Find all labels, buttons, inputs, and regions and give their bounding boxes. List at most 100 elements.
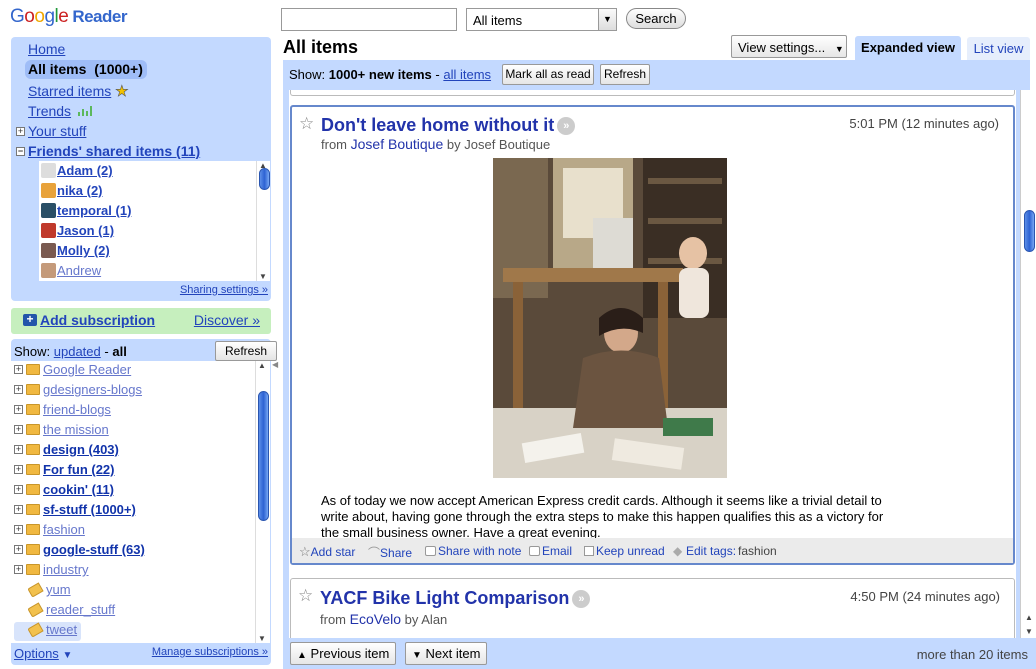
add-subscription-link[interactable]: Add subscription	[40, 312, 155, 328]
all-items-link[interactable]: all items	[443, 67, 491, 82]
nav-friends-shared[interactable]: − Friends' shared items (11)	[16, 143, 200, 159]
entry-title-text[interactable]: YACF Bike Light Comparison	[320, 588, 569, 608]
friend-item[interactable]: Adam (2)	[41, 163, 113, 181]
folder-item[interactable]: + industry	[14, 562, 89, 581]
options-link[interactable]: Options	[14, 646, 59, 661]
expand-plus-icon[interactable]: +	[14, 445, 23, 454]
entry-title[interactable]: YACF Bike Light Comparison»	[320, 588, 591, 609]
tab-list-view[interactable]: List view	[967, 37, 1030, 60]
chevron-down-icon[interactable]: ▼	[598, 9, 616, 30]
nav-starred-label[interactable]: Starred items	[28, 83, 111, 99]
tag-item[interactable]: reader_stuff	[14, 602, 115, 621]
tag-item-selected[interactable]: tweet	[14, 622, 82, 641]
scroll-thumb[interactable]	[1024, 210, 1035, 252]
folder-item[interactable]: + gdesigners-blogs	[14, 382, 142, 401]
folder-name[interactable]: google-stuff (63)	[43, 542, 145, 557]
refresh-button[interactable]: Refresh	[600, 64, 650, 85]
search-input[interactable]	[281, 8, 457, 31]
star-outline-icon[interactable]: ☆	[299, 114, 314, 134]
folder-name[interactable]: cookin' (11)	[43, 482, 114, 497]
friend-name[interactable]: nika (2)	[57, 183, 103, 198]
friend-name[interactable]: Adam (2)	[57, 163, 113, 178]
folder-name[interactable]: gdesigners-blogs	[43, 382, 142, 397]
folder-item[interactable]: + friend-blogs	[14, 402, 111, 421]
subscriptions-refresh-button[interactable]: Refresh	[215, 341, 277, 361]
friend-item[interactable]: Andrew	[41, 263, 101, 281]
google-reader-logo[interactable]: Google Reader	[10, 6, 127, 28]
add-plus-icon[interactable]: +	[23, 313, 37, 326]
email-action[interactable]: Email	[529, 544, 572, 558]
friend-item[interactable]: temporal (1)	[41, 203, 131, 221]
expand-plus-icon[interactable]: +	[14, 525, 23, 534]
discover-link[interactable]: Discover »	[194, 312, 260, 328]
view-settings-button[interactable]: View settings... ▼	[731, 35, 847, 58]
manage-subscriptions-link[interactable]: Manage subscriptions »	[152, 646, 268, 658]
tab-expanded-view[interactable]: Expanded view	[855, 36, 961, 60]
entries-scrollbar[interactable]: ▲ ▼	[1020, 90, 1036, 638]
folder-name[interactable]: For fun (22)	[43, 462, 115, 477]
folder-item[interactable]: + design (403)	[14, 442, 119, 461]
options-menu[interactable]: Options ▼	[14, 646, 72, 661]
expand-plus-icon[interactable]: +	[14, 405, 23, 414]
collapse-nav-icon[interactable]: ◀	[272, 360, 278, 369]
folder-name[interactable]: friend-blogs	[43, 402, 111, 417]
nav-trends-label[interactable]: Trends	[28, 103, 71, 119]
friend-item[interactable]: nika (2)	[41, 183, 103, 201]
star-outline-icon[interactable]: ☆	[298, 586, 313, 606]
open-original-icon[interactable]: »	[557, 117, 576, 135]
tag-name[interactable]: reader_stuff	[46, 602, 115, 617]
scroll-thumb[interactable]	[258, 391, 269, 521]
scroll-thumb[interactable]	[259, 168, 270, 190]
folder-item[interactable]: + the mission	[14, 422, 109, 441]
expand-plus-icon[interactable]: +	[14, 565, 23, 574]
scroll-up-icon[interactable]: ▲	[258, 361, 266, 370]
folder-item[interactable]: + google-stuff (63)	[14, 542, 145, 561]
tag-item[interactable]: yum	[14, 582, 71, 601]
entry-title-text[interactable]: Don't leave home without it	[321, 115, 554, 135]
checkbox-icon[interactable]	[584, 546, 594, 556]
nav-your-stuff-label[interactable]: Your stuff	[28, 123, 86, 139]
share-action[interactable]: ⌒Share	[368, 544, 412, 561]
folder-name[interactable]: industry	[43, 562, 89, 577]
nav-trends[interactable]: Trends	[28, 103, 92, 119]
expand-plus-icon[interactable]: +	[14, 365, 23, 374]
nav-friends-shared-label[interactable]: Friends' shared items (11)	[28, 143, 200, 159]
entry-source-link[interactable]: EcoVelo	[350, 611, 401, 627]
friends-scrollbar[interactable]: ▲ ▼	[256, 161, 270, 281]
search-button[interactable]: Search	[626, 8, 686, 29]
expand-plus-icon[interactable]: +	[14, 385, 23, 394]
expand-plus-icon[interactable]: +	[14, 465, 23, 474]
show-updated-link[interactable]: updated	[54, 344, 101, 359]
folder-item[interactable]: + sf-stuff (1000+)	[14, 502, 136, 521]
nav-all-items[interactable]: All items (1000+)	[25, 60, 147, 79]
folder-name[interactable]: fashion	[43, 522, 85, 537]
expand-plus-icon[interactable]: +	[14, 485, 23, 494]
folder-name[interactable]: the mission	[43, 422, 109, 437]
chevron-down-icon[interactable]: ▼	[62, 650, 72, 661]
scroll-down-icon[interactable]: ▼	[259, 272, 267, 281]
share-with-note-action[interactable]: Share with note	[425, 544, 521, 558]
scroll-down-icon[interactable]: ▼	[258, 634, 266, 643]
folder-item[interactable]: + Google Reader	[14, 362, 131, 381]
entry-card-current[interactable]: ☆ Don't leave home without it» 5:01 PM (…	[290, 105, 1015, 565]
friend-name[interactable]: temporal (1)	[57, 203, 131, 218]
nav-your-stuff[interactable]: + Your stuff	[16, 123, 86, 139]
tag-name[interactable]: tweet	[46, 622, 77, 637]
entry-title[interactable]: Don't leave home without it»	[321, 115, 576, 136]
nav-starred-items[interactable]: Starred items ★	[28, 82, 129, 101]
add-star-action[interactable]: ☆Add star	[299, 544, 355, 560]
edit-tags-link[interactable]: Edit tags:	[686, 544, 736, 558]
previous-item-button[interactable]: ▲ Previous item	[290, 642, 397, 665]
sharing-settings-link[interactable]: Sharing settings »	[180, 284, 268, 296]
friend-name[interactable]: Andrew	[57, 263, 101, 278]
scroll-down-icon[interactable]: ▼	[1025, 627, 1033, 636]
keep-unread-action[interactable]: Keep unread	[584, 544, 665, 558]
expand-plus-icon[interactable]: +	[14, 545, 23, 554]
folder-item[interactable]: + fashion	[14, 522, 85, 541]
friend-name[interactable]: Jason (1)	[57, 223, 114, 238]
folder-name[interactable]: Google Reader	[43, 362, 131, 377]
next-item-button[interactable]: ▼ Next item	[405, 642, 488, 665]
folder-item[interactable]: + cookin' (11)	[14, 482, 114, 501]
friend-item[interactable]: Molly (2)	[41, 243, 110, 261]
tag-name[interactable]: yum	[46, 582, 71, 597]
